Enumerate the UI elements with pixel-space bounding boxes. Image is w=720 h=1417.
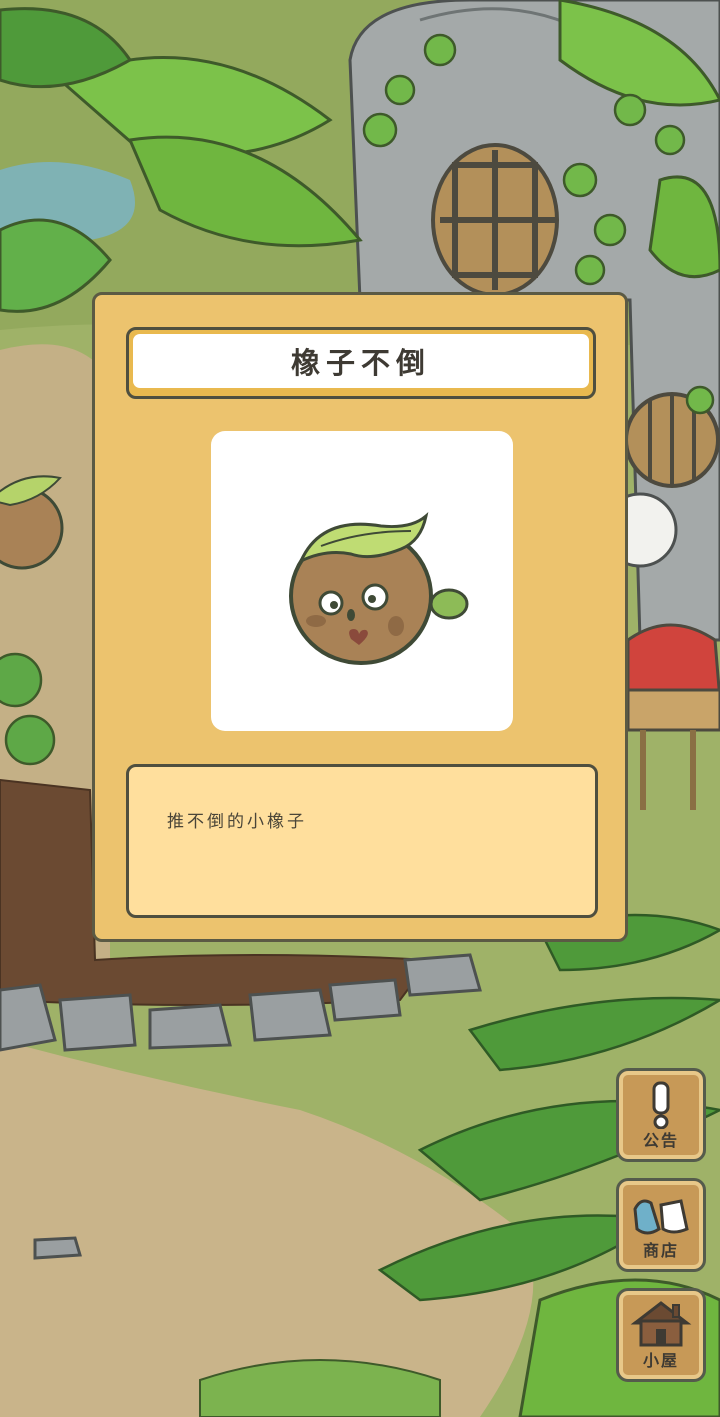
item-title-frame: 橡子不倒: [126, 327, 596, 399]
notice-label: 公告: [642, 1131, 679, 1150]
item-detail-card: 橡子不倒 推不倒的小橡子: [92, 292, 628, 942]
item-name: 橡子不倒: [133, 334, 589, 388]
acorn-tumbler-icon: [289, 511, 469, 665]
shop-button[interactable]: 商店: [616, 1178, 706, 1272]
shop-bags-icon: [619, 1189, 703, 1239]
item-image-frame: [211, 431, 513, 731]
item-description-box: 推不倒的小橡子: [126, 764, 598, 918]
shop-label: 商店: [642, 1241, 679, 1260]
item-description: 推不倒的小橡子: [167, 812, 307, 832]
house-icon: [619, 1299, 703, 1349]
exclamation-icon: [619, 1079, 703, 1129]
house-button[interactable]: 小屋: [616, 1288, 706, 1382]
house-label: 小屋: [642, 1351, 679, 1370]
notice-button[interactable]: 公告: [616, 1068, 706, 1162]
